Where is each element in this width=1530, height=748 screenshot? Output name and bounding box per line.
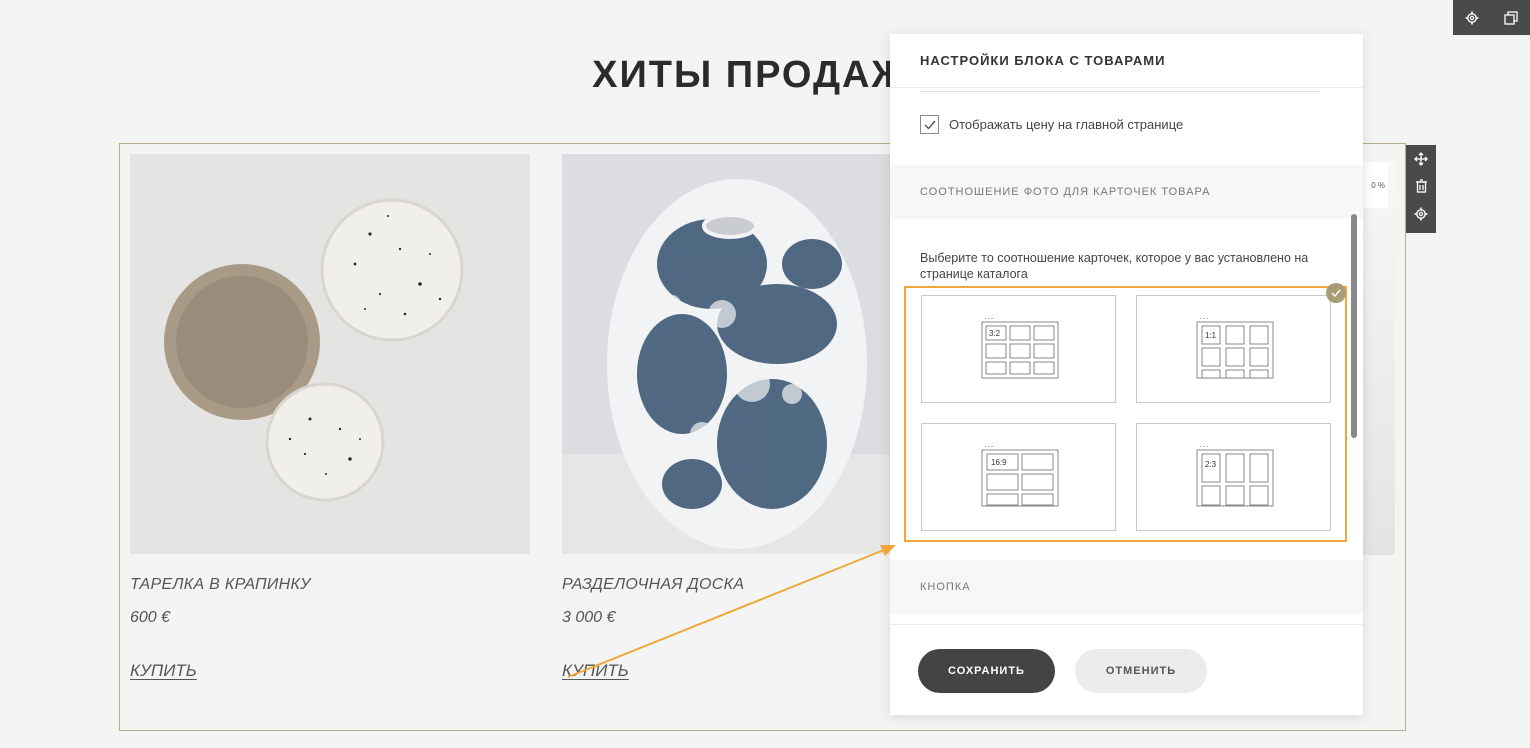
- ratio-section-header: СООТНОШЕНИЕ ФОТО ДЛЯ КАРТОЧЕК ТОВАРА: [890, 165, 1363, 219]
- panel-body: Отображать цену на главной странице СООТ…: [890, 88, 1363, 624]
- panel-title: НАСТРОЙКИ БЛОКА С ТОВАРАМИ: [890, 34, 1363, 88]
- product-price: 600 €: [130, 609, 171, 626]
- show-price-option[interactable]: Отображать цену на главной странице: [920, 115, 1183, 134]
- page: ХИТЫ ПРОДАЖ ТАРЕЛКА В КРАПИНКУ 600 € КУП…: [0, 0, 1530, 748]
- product-name[interactable]: ТАРЕЛКА В КРАПИНКУ: [130, 576, 311, 594]
- product-price: 3 000 €: [562, 609, 616, 626]
- check-icon: [1326, 283, 1346, 303]
- ratio-label: 1:1: [1205, 331, 1217, 340]
- settings-panel: НАСТРОЙКИ БЛОКА С ТОВАРАМИ Отображать це…: [890, 34, 1363, 715]
- ratio-label: 16:9: [991, 458, 1007, 467]
- button-section-header: КНОПКА: [890, 560, 1363, 614]
- ratio-option-16-9[interactable]: ... 16:9: [921, 423, 1116, 531]
- layout-thumbnail: 16:9: [981, 449, 1059, 507]
- panel-footer: СОХРАНИТЬ ОТМЕНИТЬ: [890, 624, 1363, 715]
- save-button[interactable]: СОХРАНИТЬ: [918, 649, 1055, 693]
- buy-link[interactable]: КУПИТЬ: [562, 661, 629, 681]
- copy-icon[interactable]: [1501, 8, 1521, 28]
- layout-thumbnail: 2:3: [1196, 449, 1274, 507]
- product-name[interactable]: РАЗДЕЛОЧНАЯ ДОСКА: [562, 576, 744, 594]
- ratio-helper-text: Выберите то соотношение карточек, которо…: [920, 251, 1309, 281]
- product-card[interactable]: ТАРЕЛКА В КРАПИНКУ 600 € КУПИТЬ: [130, 154, 530, 680]
- gear-icon[interactable]: [1414, 207, 1428, 226]
- show-price-label: Отображать цену на главной странице: [949, 117, 1184, 132]
- ratio-options: ... 3:2 ... 1:1 ... 16:9 ... 2:3: [904, 283, 1347, 542]
- check-icon: [924, 120, 936, 130]
- top-toolbar: [1453, 0, 1530, 35]
- text-field[interactable]: [920, 88, 1320, 92]
- layout-thumbnail: 3:2: [981, 321, 1059, 379]
- show-price-checkbox[interactable]: [920, 115, 939, 134]
- ratio-option-2-3[interactable]: ... 2:3: [1136, 423, 1331, 531]
- ratio-label: 3:2: [989, 329, 1001, 338]
- block-toolbar: [1406, 145, 1436, 233]
- ratio-option-1-1[interactable]: ... 1:1: [1136, 295, 1331, 403]
- move-icon[interactable]: [1414, 152, 1428, 171]
- product-photo-plates[interactable]: [130, 154, 530, 554]
- layout-thumbnail: 1:1: [1196, 321, 1274, 379]
- gear-icon[interactable]: [1462, 8, 1482, 28]
- ratio-option-3-2[interactable]: ... 3:2: [921, 295, 1116, 403]
- buy-link[interactable]: КУПИТЬ: [130, 661, 197, 681]
- panel-scrollbar[interactable]: [1351, 214, 1357, 438]
- cancel-button[interactable]: ОТМЕНИТЬ: [1075, 649, 1207, 693]
- ratio-label: 2:3: [1205, 460, 1217, 469]
- trash-icon[interactable]: [1415, 179, 1428, 198]
